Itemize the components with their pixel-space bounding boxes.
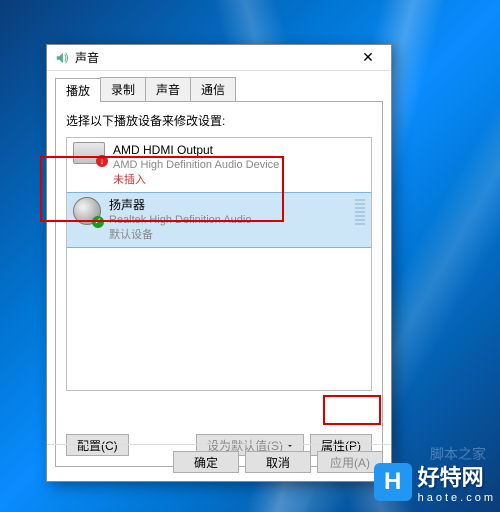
device-list[interactable]: ↓ AMD HDMI Output AMD High Definition Au… <box>66 137 372 391</box>
dialog-title: 声音 <box>75 49 351 66</box>
instruction-text: 选择以下播放设备来修改设置: <box>66 112 372 129</box>
device-status: 未插入 <box>113 173 279 188</box>
logo-mark: H <box>374 463 412 501</box>
titlebar[interactable]: 声音 ✕ <box>47 45 391 71</box>
sound-dialog: 声音 ✕ 播放 录制 声音 通信 选择以下播放设备来修改设置: ↓ AMD HD… <box>46 44 392 482</box>
speaker-device-icon: ✓ <box>73 197 101 225</box>
close-button[interactable]: ✕ <box>351 48 385 68</box>
logo-sub: haote.com <box>418 492 496 504</box>
device-name: 扬声器 <box>109 197 251 213</box>
device-subtitle: Realtek High Definition Audio <box>109 213 251 228</box>
tab-sound[interactable]: 声音 <box>145 77 191 101</box>
tab-playback[interactable]: 播放 <box>55 78 101 102</box>
tabs: 播放 录制 声音 通信 <box>55 77 383 101</box>
site-logo: H 好特网 haote.com <box>374 460 496 504</box>
ok-button[interactable]: 确定 <box>173 451 239 473</box>
device-name: AMD HDMI Output <box>113 142 279 158</box>
device-subtitle: AMD High Definition Audio Device <box>113 158 279 173</box>
logo-text: 好特网 <box>418 460 496 492</box>
tab-record[interactable]: 录制 <box>100 77 146 101</box>
monitor-icon: ↓ <box>73 142 105 164</box>
speaker-icon <box>55 51 69 65</box>
tab-body: 选择以下播放设备来修改设置: ↓ AMD HDMI Output AMD Hig… <box>55 101 383 467</box>
device-item-hdmi[interactable]: ↓ AMD HDMI Output AMD High Definition Au… <box>67 138 371 192</box>
device-text: 扬声器 Realtek High Definition Audio 默认设备 <box>109 197 251 243</box>
logo-text-block: 好特网 haote.com <box>418 460 496 504</box>
dialog-buttons: 确定 取消 应用(A) <box>173 445 383 473</box>
device-status: 默认设备 <box>109 228 251 243</box>
tab-comm[interactable]: 通信 <box>190 77 236 101</box>
unplugged-badge-icon: ↓ <box>96 155 108 167</box>
level-meter-icon <box>355 199 365 229</box>
device-item-speaker[interactable]: ✓ 扬声器 Realtek High Definition Audio 默认设备 <box>67 192 371 248</box>
configure-button[interactable]: 配置(C) <box>66 434 129 456</box>
device-text: AMD HDMI Output AMD High Definition Audi… <box>113 142 279 188</box>
default-badge-icon: ✓ <box>92 216 104 228</box>
cancel-button[interactable]: 取消 <box>245 451 311 473</box>
